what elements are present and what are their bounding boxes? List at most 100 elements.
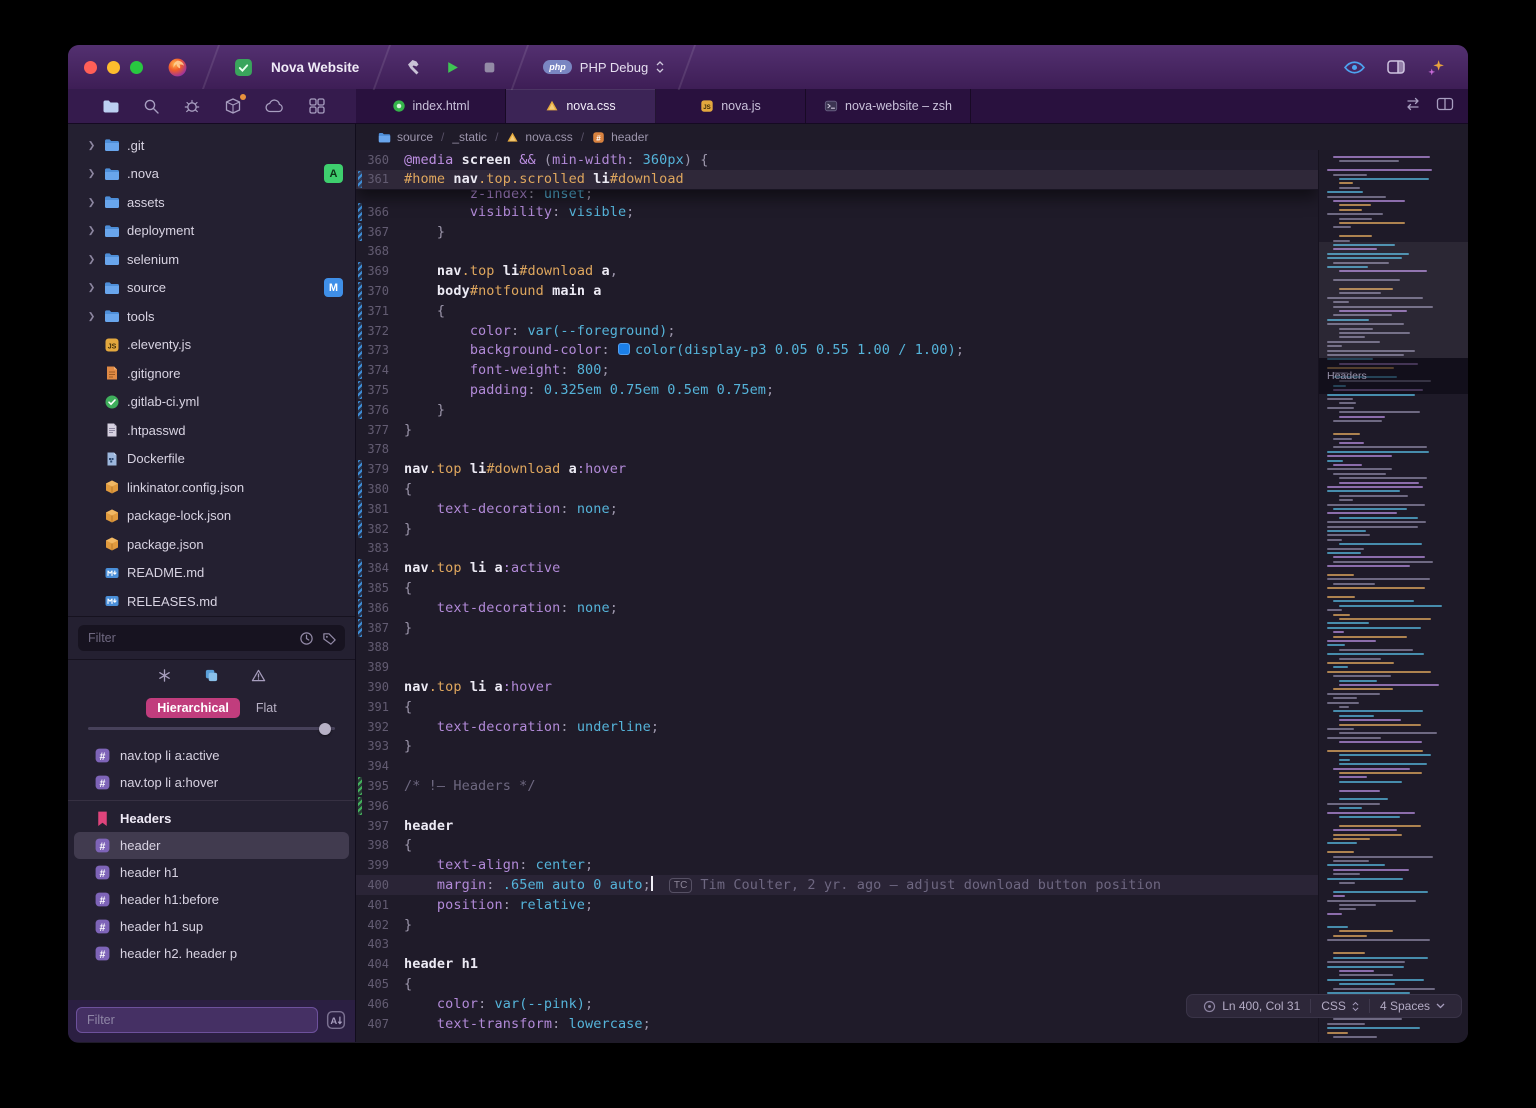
code-line[interactable]: 384 nav.top li a:active	[356, 558, 1318, 578]
code-line[interactable]: 402}	[356, 915, 1318, 935]
preview-button eye-icon[interactable]	[1344, 60, 1365, 74]
symbol-item[interactable]: # header	[74, 832, 349, 859]
tree-item[interactable]: ❯JS.eleventy.js	[68, 331, 355, 360]
depth-slider[interactable]	[68, 722, 355, 740]
symbol-item[interactable]: # header h2. header p	[74, 940, 349, 967]
issues-filter-button warning-icon[interactable]	[251, 668, 266, 683]
recent-filter-button clock-icon[interactable]	[299, 631, 314, 646]
code-line[interactable]: 400 margin: .65em auto 0 auto; TC Tim Coul…	[356, 875, 1318, 895]
zoom-button[interactable]	[130, 60, 143, 74]
apps-panel-button grid-icon[interactable]	[308, 97, 326, 115]
tree-item[interactable]: ❯package.json	[68, 530, 355, 559]
issues-panel-button bug-icon[interactable]	[183, 97, 201, 115]
breadcrumb-item[interactable]: _static	[452, 130, 487, 144]
code-line[interactable]: 371 {	[356, 301, 1318, 321]
code-line[interactable]: 367 }	[356, 222, 1318, 242]
browser-icon[interactable]	[167, 57, 188, 78]
build-panel-button package-icon[interactable]	[224, 94, 246, 115]
code-line[interactable]: 392 text-decoration: underline;	[356, 717, 1318, 737]
cursor-position[interactable]: Ln 400, Col 31	[1193, 999, 1310, 1013]
compare-button swap-arrows-icon[interactable]	[1404, 97, 1422, 116]
chevron-right-icon[interactable]: ❯	[86, 197, 97, 208]
code-line[interactable]: 389	[356, 657, 1318, 677]
code-line[interactable]: 407 text-transform: lowercase;	[356, 1014, 1318, 1034]
flat-toggle[interactable]: Flat	[256, 701, 277, 715]
tree-item[interactable]: ❯.gitignore	[68, 359, 355, 388]
remote-panel-button cloud-icon[interactable]	[265, 99, 285, 113]
chevron-right-icon[interactable]: ❯	[86, 225, 97, 236]
tree-item[interactable]: ❯RELEASES.md	[68, 587, 355, 616]
code-line[interactable]: 390 nav.top li a:hover	[356, 677, 1318, 697]
tab-index-html[interactable]: index.html	[356, 89, 506, 123]
minimap[interactable]: Headers	[1318, 150, 1468, 1042]
code-line[interactable]: 405{	[356, 974, 1318, 994]
code-line[interactable]: 388	[356, 638, 1318, 658]
code-line[interactable]: 380{	[356, 479, 1318, 499]
code-line[interactable]: 391{	[356, 697, 1318, 717]
code-line[interactable]: 369 nav.top li#download a,	[356, 261, 1318, 281]
code-line[interactable]: 397 header	[356, 816, 1318, 836]
symbol-item[interactable]: # nav.top li a:active	[74, 742, 349, 769]
tree-item[interactable]: ❯package-lock.json	[68, 502, 355, 531]
code-line[interactable]: 398{	[356, 836, 1318, 856]
code-line[interactable]: 393}	[356, 737, 1318, 757]
tree-item[interactable]: ❯ assets	[68, 188, 355, 217]
run-button play-icon[interactable]	[445, 60, 460, 75]
minimap-viewport[interactable]	[1319, 242, 1468, 358]
code-line[interactable]: 366 visibility: visible;	[356, 202, 1318, 222]
search-panel-button search-icon[interactable]	[143, 98, 160, 115]
symbol-item[interactable]: # header h1	[74, 859, 349, 886]
chevron-right-icon[interactable]: ❯	[86, 254, 97, 265]
code-line[interactable]: 387}	[356, 618, 1318, 638]
tree-item[interactable]: ❯ source M	[68, 274, 355, 303]
tree-item[interactable]: ❯ tools	[68, 302, 355, 331]
language-selector[interactable]: CSS	[1310, 999, 1369, 1013]
symbol-item[interactable]: # nav.top li a:hover	[74, 769, 349, 796]
code-line[interactable]: 386 text-decoration: none;	[356, 598, 1318, 618]
tree-item[interactable]: ❯linkinator.config.json	[68, 473, 355, 502]
titlebar[interactable]: Nova Website php PHP Debug	[68, 45, 1468, 90]
code-editor[interactable]: 365 z-index: unset;366 visibility: visib…	[356, 150, 1318, 1042]
chevron-right-icon[interactable]: ❯	[86, 311, 97, 322]
tab-nova-js[interactable]: JS nova.js	[656, 89, 806, 123]
chevron-right-icon[interactable]: ❯	[86, 140, 97, 151]
all-symbols-button asterisk-icon[interactable]	[157, 668, 172, 683]
code-line[interactable]: 365 z-index: unset;	[356, 190, 1318, 202]
code-line[interactable]: 370 body#notfound main a	[356, 281, 1318, 301]
code-line[interactable]: 399 text-align: center;	[356, 855, 1318, 875]
code-line[interactable]: 403	[356, 934, 1318, 954]
extensions-button sparkle-icon[interactable]	[1427, 58, 1446, 77]
code-line[interactable]: 396	[356, 796, 1318, 816]
breadcrumb-item[interactable]: nova.css	[506, 130, 573, 144]
tree-item[interactable]: ❯ selenium	[68, 245, 355, 274]
tag-filter-button tag-icon[interactable]	[322, 631, 337, 646]
code-line[interactable]: 394	[356, 756, 1318, 776]
files-panel-button folder-icon[interactable]	[102, 99, 120, 114]
stop-button stop-icon[interactable]	[482, 60, 497, 75]
code-line[interactable]: 395/* !– Headers */	[356, 776, 1318, 796]
tree-item[interactable]: ❯ deployment	[68, 217, 355, 246]
code-line[interactable]: 372 color: var(--foreground);	[356, 321, 1318, 341]
hierarchical-toggle[interactable]: Hierarchical	[146, 698, 240, 718]
code-line[interactable]: 376 }	[356, 400, 1318, 420]
code-line[interactable]: 368	[356, 242, 1318, 262]
breadcrumb-item[interactable]: # header	[592, 130, 648, 144]
sort-button sort-az-icon[interactable]: A	[325, 1009, 347, 1031]
tree-item[interactable]: ❯.gitlab-ci.yml	[68, 388, 355, 417]
run-scheme-selector[interactable]: php PHP Debug	[543, 60, 664, 75]
code-line[interactable]: 375 padding: 0.325em 0.75em 0.5em 0.75em…	[356, 380, 1318, 400]
code-line[interactable]: 377}	[356, 420, 1318, 440]
tree-item[interactable]: ❯README.md	[68, 559, 355, 588]
tab-nova-website-zsh[interactable]: nova-website – zsh	[806, 89, 972, 123]
split-editor-button split-icon[interactable]	[1436, 97, 1454, 116]
code-line[interactable]: 379 nav.top li#download a:hover	[356, 459, 1318, 479]
breadcrumb-item[interactable]: source	[378, 130, 433, 144]
code-line[interactable]: 404 header h1	[356, 954, 1318, 974]
tree-item[interactable]: ❯.htpasswd	[68, 416, 355, 445]
symbols-filter-input[interactable]	[77, 1013, 317, 1027]
minimize-button[interactable]	[107, 60, 120, 74]
tree-filter-input[interactable]	[78, 631, 299, 645]
group-symbols-button layers-icon[interactable]	[204, 668, 219, 683]
build-button hammer-icon[interactable]	[405, 58, 423, 76]
code-line[interactable]: 401 position: relative;	[356, 895, 1318, 915]
